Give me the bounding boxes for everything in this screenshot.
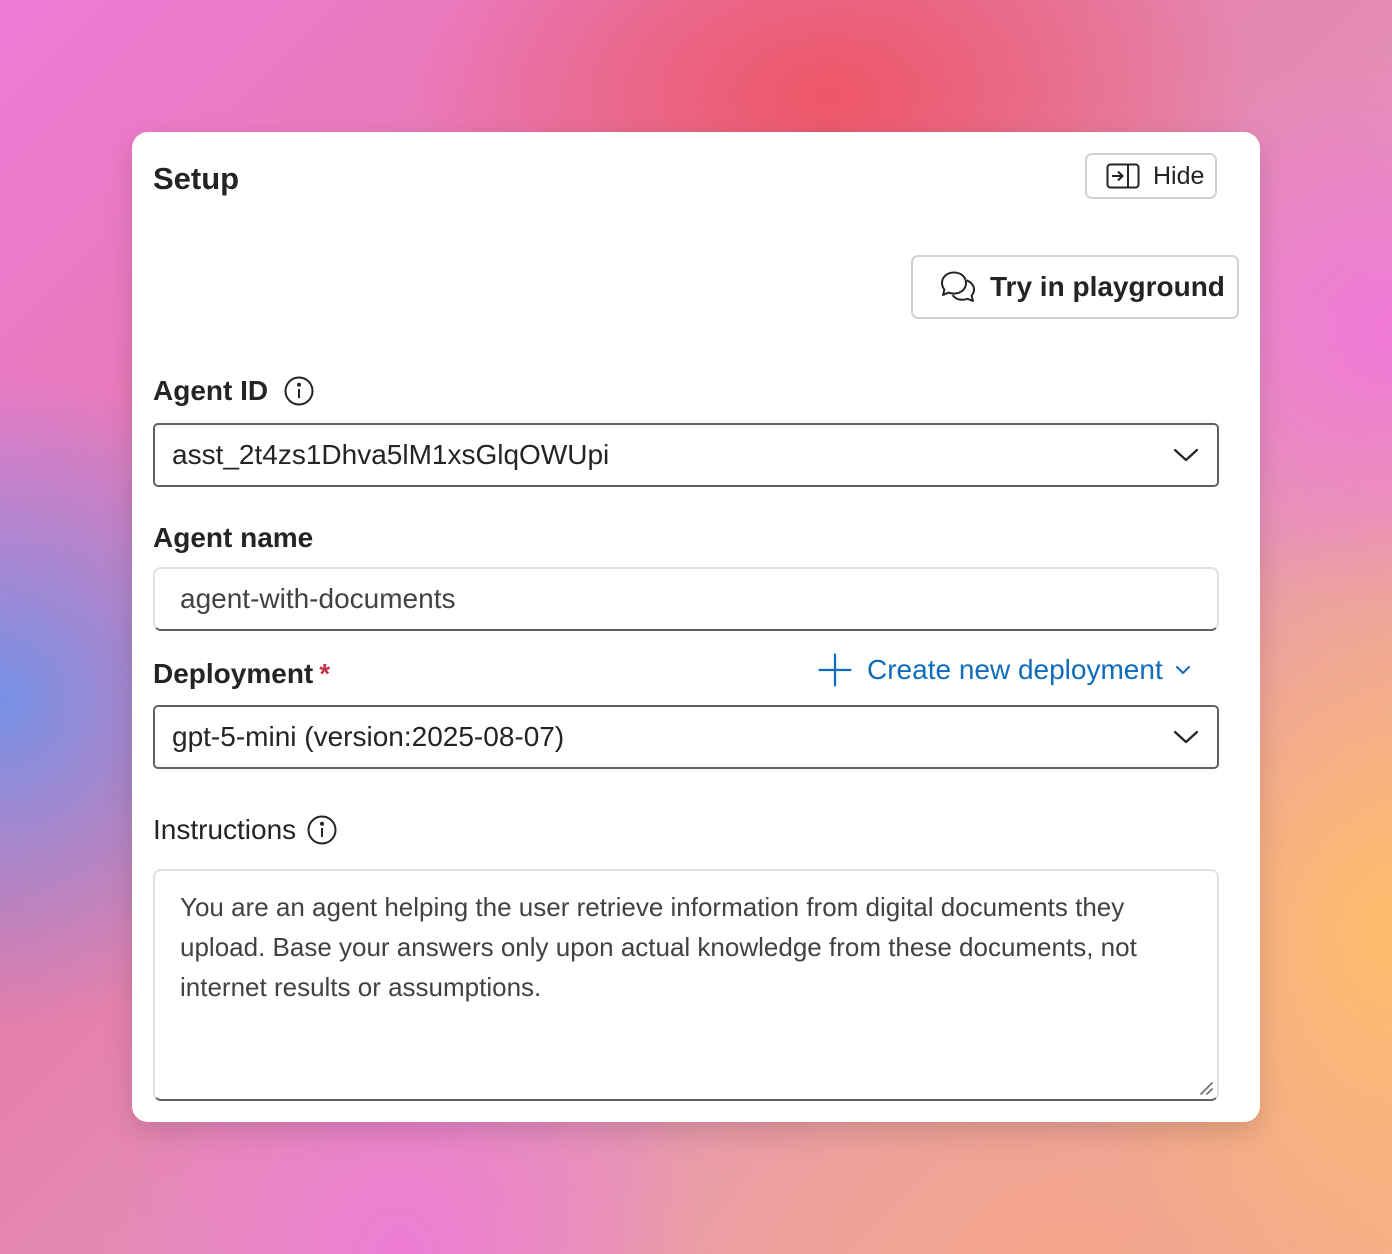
try-in-playground-button[interactable]: Try in playground — [911, 255, 1239, 319]
instructions-label-row: Instructions — [153, 813, 337, 847]
chat-bubbles-icon — [940, 270, 976, 304]
instructions-label: Instructions — [153, 814, 297, 845]
required-marker: * — [319, 658, 331, 689]
info-icon[interactable] — [307, 815, 337, 845]
agent-id-dropdown[interactable]: asst_2t4zs1Dhva5lM1xsGlqOWUpi — [153, 423, 1219, 487]
agent-id-label-row: Agent ID — [153, 374, 314, 408]
hide-button[interactable]: Hide — [1085, 153, 1217, 199]
agent-name-label: Agent name — [153, 522, 314, 553]
create-new-deployment-label: Create new deployment — [867, 654, 1163, 685]
panel-collapse-icon — [1106, 163, 1140, 189]
resize-handle-icon[interactable] — [1198, 1080, 1214, 1096]
deployment-dropdown[interactable]: gpt-5-mini (version:2025-08-07) — [153, 705, 1219, 769]
agent-name-input[interactable]: agent-with-documents — [153, 567, 1219, 631]
agent-name-value: agent-with-documents — [180, 583, 456, 614]
deployment-label: Deployment — [153, 658, 314, 689]
chevron-down-icon — [1173, 729, 1199, 745]
setup-panel: Setup Hide Try in playground Agent ID as… — [132, 132, 1260, 1122]
agent-id-label: Agent ID — [153, 375, 269, 406]
agent-id-value: asst_2t4zs1Dhva5lM1xsGlqOWUpi — [172, 439, 610, 470]
create-new-deployment-button[interactable]: Create new deployment — [818, 653, 1191, 687]
plus-icon — [818, 653, 852, 687]
deployment-value: gpt-5-mini (version:2025-08-07) — [172, 721, 565, 752]
agent-name-label-row: Agent name — [153, 521, 313, 555]
deployment-label-row: Deployment * — [153, 657, 330, 691]
instructions-value: You are an agent helping the user retrie… — [180, 892, 1137, 1002]
instructions-textarea[interactable]: You are an agent helping the user retrie… — [153, 869, 1219, 1101]
info-icon[interactable] — [284, 376, 314, 406]
try-in-playground-label: Try in playground — [990, 271, 1225, 302]
chevron-down-icon — [1173, 447, 1199, 463]
panel-title: Setup — [153, 161, 240, 196]
chevron-down-icon — [1175, 665, 1191, 675]
hide-button-label: Hide — [1153, 161, 1205, 190]
